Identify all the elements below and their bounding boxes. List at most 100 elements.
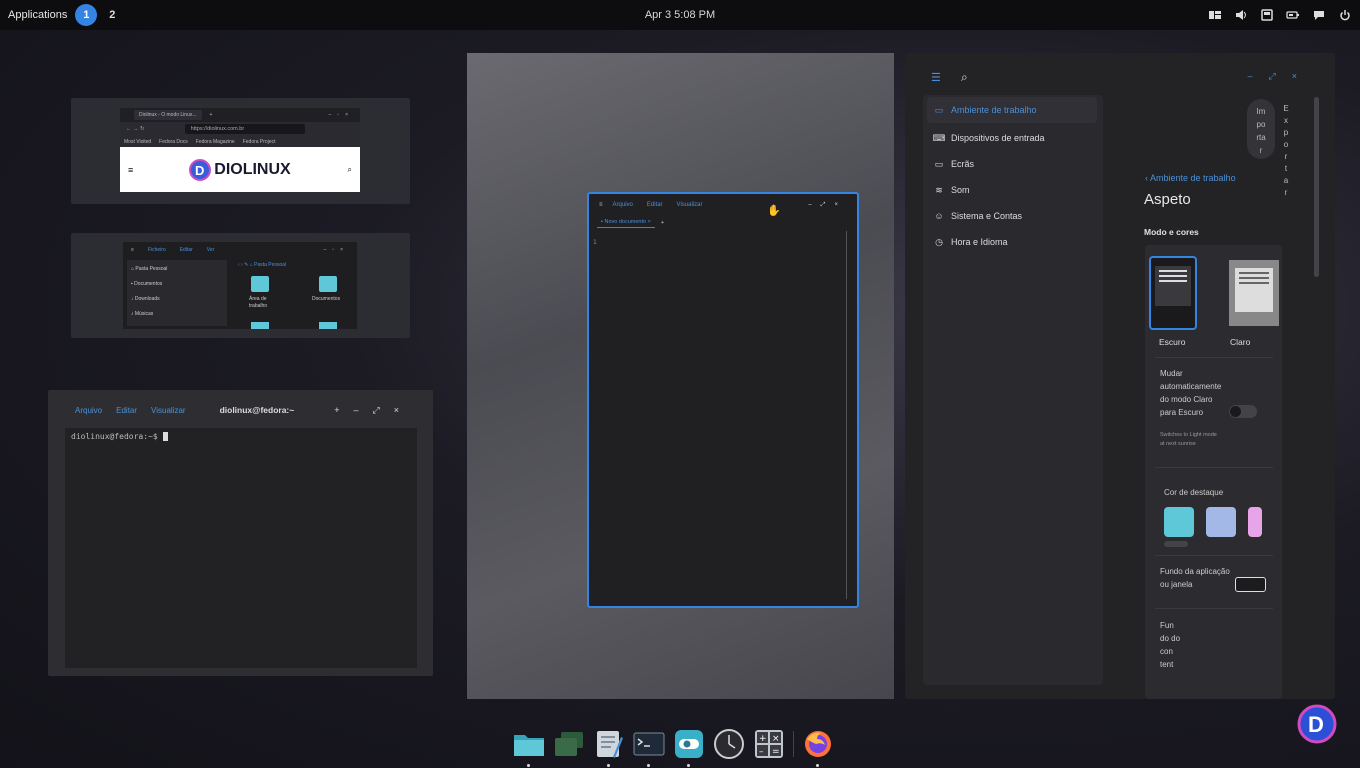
menu-item[interactable]: Editar xyxy=(180,247,193,253)
menu-item[interactable]: Editar xyxy=(116,406,137,415)
auto-switch-toggle[interactable] xyxy=(1229,405,1257,418)
dark-theme-option[interactable] xyxy=(1149,256,1197,330)
menu-item[interactable]: Editar xyxy=(647,202,663,208)
sidebar-item-music[interactable]: ♪ Músicas xyxy=(131,311,223,326)
clock[interactable]: Apr 3 5:08 PM xyxy=(0,9,1360,21)
calculator-icon[interactable]: + × – = xyxy=(753,728,785,760)
accent-color-swatch[interactable] xyxy=(1164,507,1194,537)
light-theme-option[interactable] xyxy=(1229,260,1279,326)
url-field[interactable]: https://diolinux.com.br xyxy=(184,124,305,134)
battery-icon[interactable] xyxy=(1284,6,1302,24)
settings-window-controls[interactable]: –⤢× xyxy=(1248,71,1313,82)
svg-text:=: = xyxy=(772,747,780,757)
terminal-title: diolinux@fedora:~ xyxy=(219,405,295,415)
power-icon[interactable] xyxy=(1336,6,1354,24)
divider xyxy=(1155,555,1273,556)
folder-icon[interactable] xyxy=(251,322,269,329)
folder-icon[interactable] xyxy=(319,276,337,292)
window-controls[interactable]: –▫× xyxy=(324,247,349,253)
path-bar[interactable]: ‹ › ✎ ⌂ Pasta Pessoal xyxy=(238,262,286,268)
menu-item[interactable]: Ficheiro xyxy=(148,247,166,253)
terminal-icon[interactable] xyxy=(633,728,665,767)
editor-window-controls[interactable]: –⤢× xyxy=(808,202,847,209)
browser-window-thumbnail[interactable]: Diolinux - O modo Linux... + –▫× ← → ↻ h… xyxy=(71,98,410,204)
files-menu-icon[interactable]: ≡ xyxy=(131,247,134,253)
files-window-thumbnail[interactable]: ≡ Ficheiro Editar Ver –▫× ⌂ Pasta Pessoa… xyxy=(71,233,410,338)
scrollbar[interactable] xyxy=(1314,97,1319,277)
app-background-color-button[interactable] xyxy=(1235,577,1266,592)
new-tab-icon[interactable]: + xyxy=(210,112,213,118)
sidebar-item-sound[interactable]: ≋ Som xyxy=(923,177,1103,203)
terminal-body[interactable]: diolinux@fedora:~$ xyxy=(65,428,417,668)
terminal-window-thumbnail[interactable]: Arquivo Editar Visualizar diolinux@fedor… xyxy=(48,390,433,676)
sidebar-item-displays[interactable]: ▭ Ecrãs xyxy=(923,151,1103,177)
bookmark-item[interactable]: Fedora Project xyxy=(243,139,276,145)
running-indicator xyxy=(607,764,610,767)
accent-color-swatch[interactable] xyxy=(1248,507,1262,537)
accent-label: Cor de destaque xyxy=(1164,488,1224,497)
import-button[interactable]: Im po rta r xyxy=(1247,99,1275,159)
workspace-preview[interactable]: ≡ Arquivo Editar Visualizar –⤢× ▪ Novo d… xyxy=(467,53,894,699)
text-editor-header: ≡ Arquivo Editar Visualizar –⤢× xyxy=(589,194,857,216)
sidebar-item-documents[interactable]: ▪ Documentos xyxy=(131,281,223,296)
text-editor-icon[interactable] xyxy=(593,728,625,767)
chat-icon[interactable] xyxy=(1310,6,1328,24)
window-controls[interactable]: –▫× xyxy=(329,112,354,118)
menu-item[interactable]: Visualizar xyxy=(677,202,703,208)
search-icon[interactable]: ⌕ xyxy=(961,70,968,85)
diolinux-watermark-icon: D xyxy=(1297,704,1337,744)
sidebar-toggle-icon[interactable]: ☰ xyxy=(931,71,941,84)
files-window[interactable]: ≡ Ficheiro Editar Ver –▫× ⌂ Pasta Pessoa… xyxy=(123,242,357,329)
folder-icon[interactable] xyxy=(251,276,269,292)
firefox-icon[interactable] xyxy=(802,728,834,767)
search-icon[interactable]: ⌕ xyxy=(348,165,352,175)
folder-icon[interactable] xyxy=(319,322,337,329)
workspace-1-button[interactable]: 1 xyxy=(75,4,98,26)
applications-menu[interactable]: Applications xyxy=(8,9,67,21)
menu-item[interactable]: Visualizar xyxy=(151,406,186,415)
sidebar-item-downloads[interactable]: ↓ Downloads xyxy=(131,296,223,311)
nav-back-icon[interactable]: ← → ↻ xyxy=(126,126,145,132)
files-icon[interactable] xyxy=(513,728,545,767)
menu-item[interactable]: Arquivo xyxy=(613,202,633,208)
sidebar-item-home[interactable]: ⌂ Pasta Pessoal xyxy=(131,266,223,281)
terminal-prompt: diolinux@fedora:~$ xyxy=(71,432,163,441)
browser-tab[interactable]: Diolinux - O modo Linux... xyxy=(134,110,202,120)
workspace-layout-icon[interactable] xyxy=(1206,6,1224,24)
folder-label: Área de trabalho xyxy=(249,296,268,309)
sidebar-item-system[interactable]: ☺ Sistema e Contas xyxy=(923,203,1103,229)
running-indicator xyxy=(687,764,690,767)
settings-app-icon[interactable] xyxy=(673,728,705,767)
sidebar-item-input[interactable]: ⌨ Dispositivos de entrada xyxy=(923,125,1103,151)
editor-text-area[interactable]: 1 xyxy=(593,231,847,599)
bookmark-item[interactable]: Fedora Docs xyxy=(159,139,188,145)
text-editor-window[interactable]: ≡ Arquivo Editar Visualizar –⤢× ▪ Novo d… xyxy=(587,192,859,608)
new-tab-icon[interactable]: + xyxy=(661,220,664,226)
browser-window[interactable]: Diolinux - O modo Linux... + –▫× ← → ↻ h… xyxy=(120,108,360,195)
settings-window[interactable]: ☰ ⌕ –⤢× ▭ Ambiente de trabalho ⌨ Dispositi… xyxy=(905,53,1335,699)
clock-app-icon[interactable] xyxy=(713,728,745,760)
files-menu-bar: ≡ Ficheiro Editar Ver –▫× xyxy=(123,242,357,258)
menu-item[interactable]: Ver xyxy=(207,247,215,253)
sidebar-item-desktop[interactable]: ▭ Ambiente de trabalho xyxy=(927,97,1097,123)
editor-menu-icon[interactable]: ≡ xyxy=(599,202,603,208)
page-title: Aspeto xyxy=(1144,191,1191,208)
workspaces-icon[interactable] xyxy=(553,728,585,760)
sidebar-item-time[interactable]: ◷ Hora e Idioma xyxy=(923,229,1103,255)
workspace-2-button[interactable]: 2 xyxy=(101,4,123,26)
hamburger-icon[interactable]: ≡ xyxy=(128,165,133,175)
back-link[interactable]: ‹ Ambiente de trabalho xyxy=(1145,173,1236,183)
line-number: 1 xyxy=(593,239,597,246)
svg-text:×: × xyxy=(772,734,780,744)
volume-icon[interactable] xyxy=(1232,6,1250,24)
bookmark-item[interactable]: Most Visited xyxy=(124,139,151,145)
editor-tab[interactable]: ▪ Novo documento × xyxy=(597,219,655,228)
export-button[interactable]: E x p o r t a r xyxy=(1279,103,1293,199)
terminal-window-controls[interactable]: +–⤢× xyxy=(334,405,413,416)
browser-url-bar: ← → ↻ https://diolinux.com.br xyxy=(120,122,360,136)
bookmark-item[interactable]: Fedora Magazine xyxy=(196,139,235,145)
notifications-icon[interactable] xyxy=(1258,6,1276,24)
accent-color-swatch[interactable] xyxy=(1206,507,1236,537)
menu-item[interactable]: Arquivo xyxy=(75,406,102,415)
dark-theme-label: Escuro xyxy=(1159,337,1186,347)
